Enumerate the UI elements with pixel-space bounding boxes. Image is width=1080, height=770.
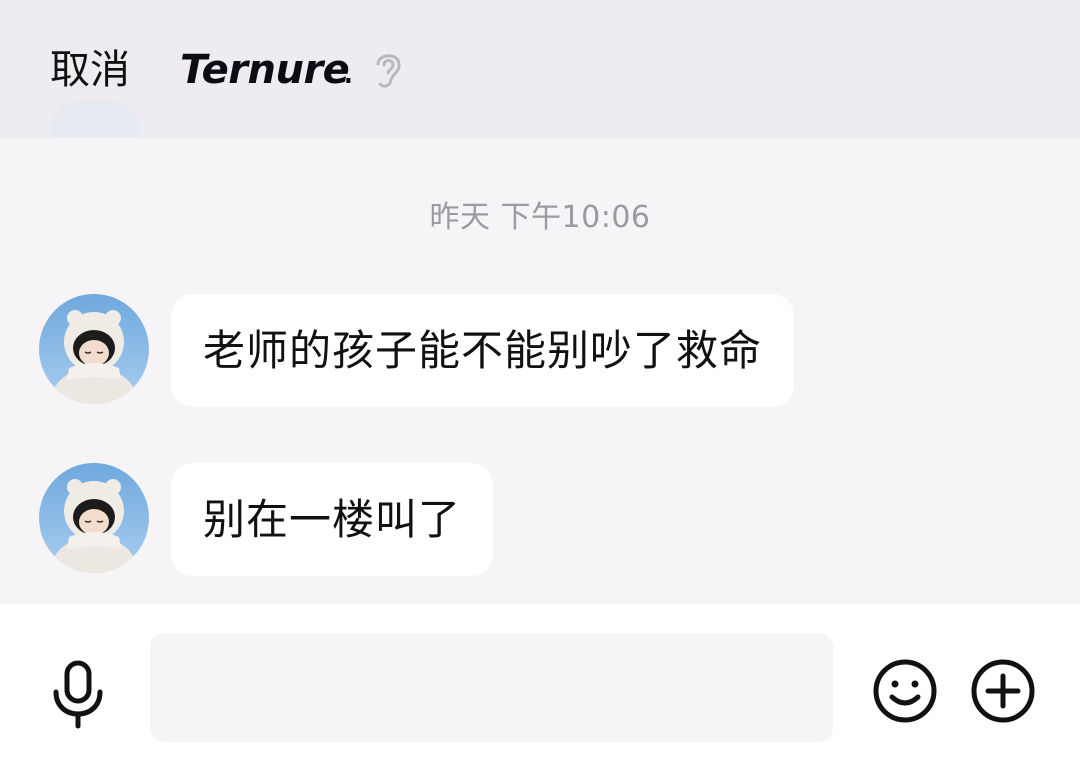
input-bar <box>0 604 1080 770</box>
message-bubble[interactable]: 老师的孩子能不能别吵了救命 <box>171 294 795 407</box>
ear-icon <box>376 54 401 88</box>
chat-header: 取消 Ternure . <box>0 0 1080 138</box>
header-background-decoration <box>50 100 140 138</box>
cancel-button[interactable]: 取消 <box>50 44 130 96</box>
microphone-icon[interactable] <box>48 660 108 730</box>
plus-circle-icon[interactable] <box>970 658 1036 724</box>
chat-title: Ternure <box>180 47 350 93</box>
smiley-face-icon[interactable] <box>872 658 938 724</box>
chat-title-suffix: . <box>342 47 355 93</box>
message-row: 老师的孩子能不能别吵了救命 <box>0 294 1080 407</box>
chat-screen: 取消 Ternure . 昨天 下午10:06 老师的孩子能不能别吵了救命 别在… <box>0 0 1080 770</box>
message-bubble[interactable]: 别在一楼叫了 <box>171 463 494 576</box>
message-list[interactable]: 昨天 下午10:06 老师的孩子能不能别吵了救命 别在一楼叫了 <box>0 138 1080 604</box>
avatar[interactable] <box>39 463 149 573</box>
message-row: 别在一楼叫了 <box>0 463 1080 576</box>
avatar[interactable] <box>39 294 149 404</box>
message-timestamp: 昨天 下午10:06 <box>429 200 651 235</box>
message-input[interactable] <box>150 633 833 742</box>
